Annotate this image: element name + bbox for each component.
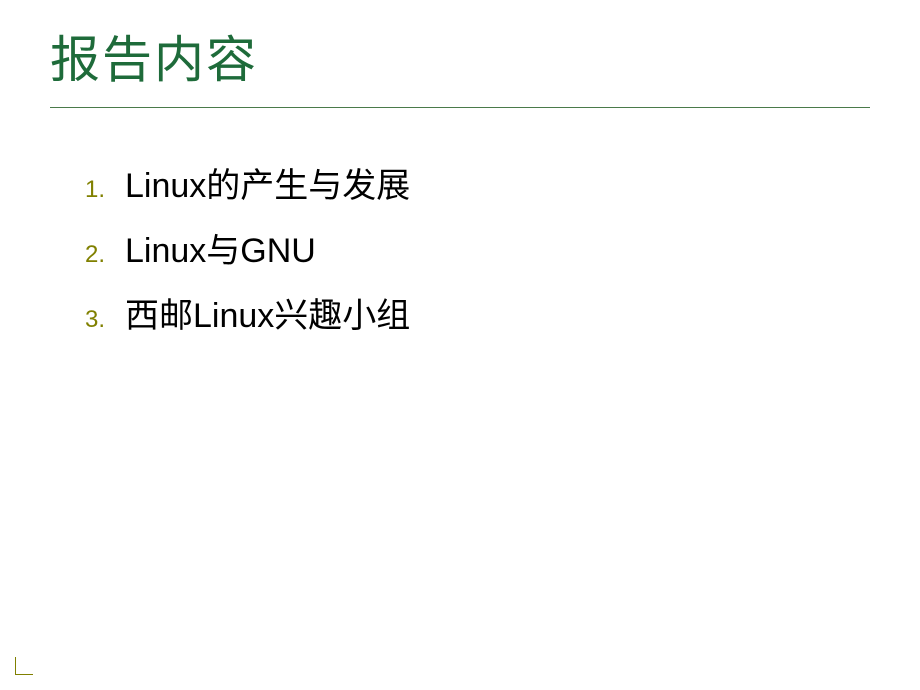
list-item: 2. Linux与GNU xyxy=(85,223,870,272)
item-text: Linux与GNU xyxy=(125,223,316,272)
item-number: 1. xyxy=(85,176,125,204)
list-item: 1. Linux的产生与发展 xyxy=(85,158,870,207)
content-list: 1. Linux的产生与发展 2. Linux与GNU 3. 西邮Linux兴趣… xyxy=(50,158,870,337)
slide-title: 报告内容 xyxy=(50,20,870,92)
list-item: 3. 西邮Linux兴趣小组 xyxy=(85,288,870,337)
item-text: 西邮Linux兴趣小组 xyxy=(125,288,410,337)
title-area: 报告内容 xyxy=(50,20,870,108)
item-number: 3. xyxy=(85,306,125,334)
item-number: 2. xyxy=(85,241,125,269)
corner-decoration-icon xyxy=(15,657,33,675)
item-text: Linux的产生与发展 xyxy=(125,158,410,207)
slide-container: 报告内容 1. Linux的产生与发展 2. Linux与GNU 3. 西邮Li… xyxy=(0,0,920,690)
